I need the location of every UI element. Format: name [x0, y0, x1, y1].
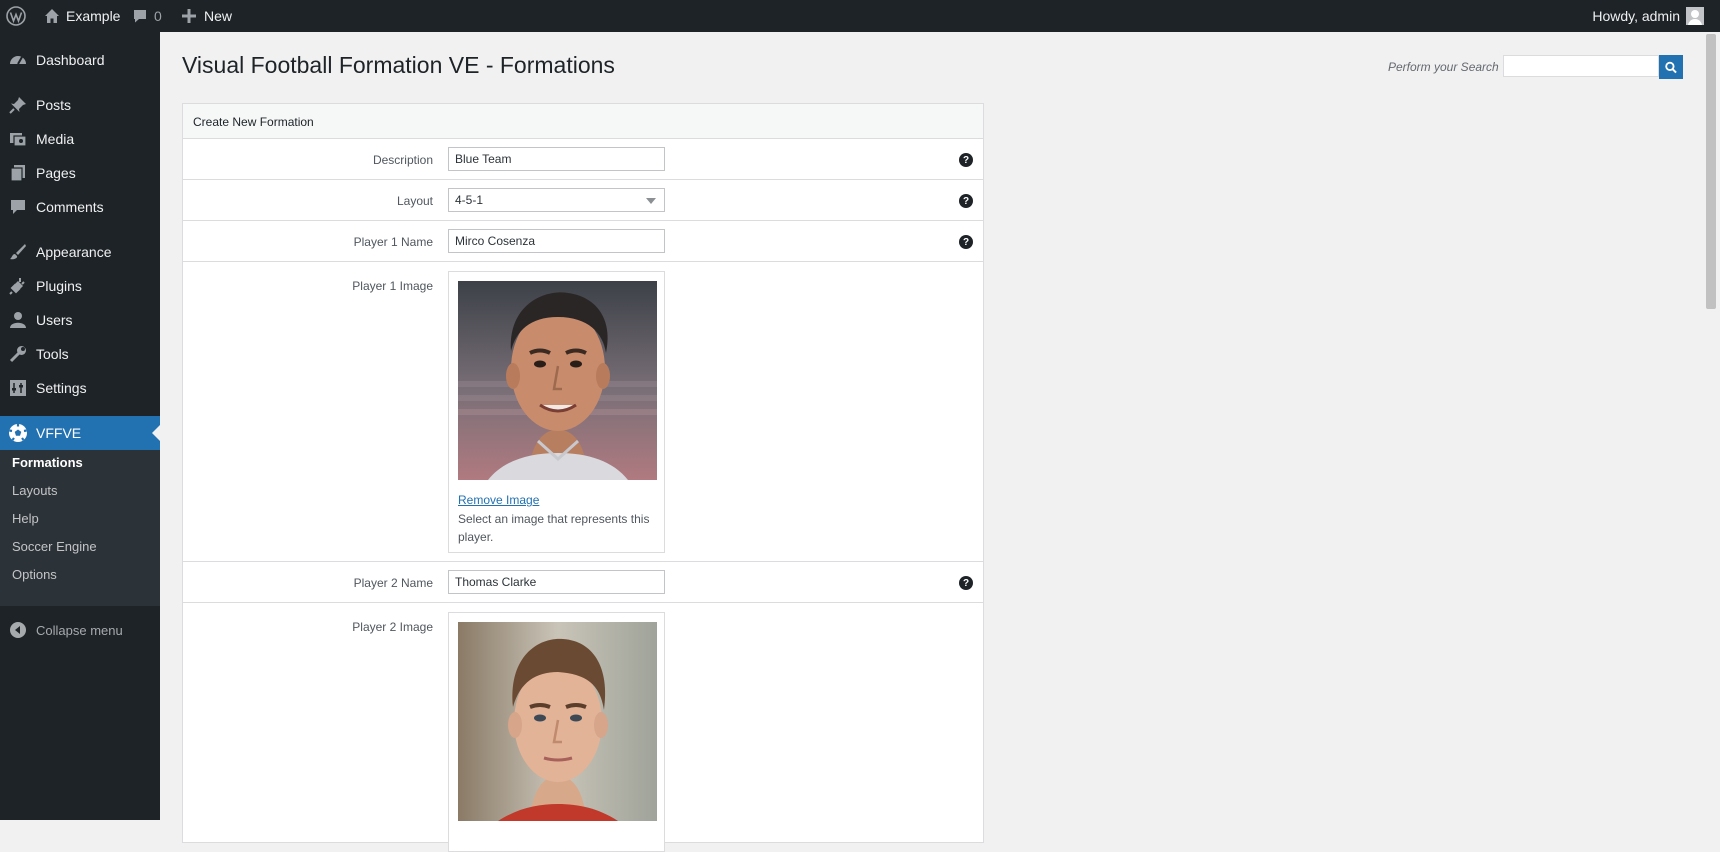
create-formation-panel: Create New Formation Description Blue Te… — [182, 103, 984, 852]
player1-name-input[interactable]: Mirco Cosenza — [448, 229, 665, 253]
dashboard-icon — [8, 50, 28, 70]
menu-item-posts[interactable]: Posts — [0, 88, 160, 122]
site-name-link[interactable]: Example — [44, 0, 120, 32]
menu-label: Pages — [36, 165, 76, 181]
remove-image-link[interactable]: Remove Image — [458, 493, 539, 507]
player2-image-box — [448, 612, 665, 852]
user-icon — [8, 310, 28, 330]
pin-icon — [8, 95, 28, 115]
description-value: Blue Team — [455, 152, 512, 166]
comments-count: 0 — [154, 8, 162, 24]
player1-image-box: Remove Image Select an image that repres… — [448, 271, 665, 553]
player1-name-value: Mirco Cosenza — [455, 234, 536, 248]
layout-label: Layout — [396, 194, 433, 208]
player1-photo[interactable] — [458, 281, 657, 480]
admin-bar: Example 0 New Howdy, admin — [0, 0, 1720, 32]
submenu-options[interactable]: Options — [12, 567, 57, 582]
player1-name-label: Player 1 Name — [353, 235, 433, 249]
brush-icon — [8, 242, 28, 262]
menu-item-vffve[interactable]: VFFVE — [0, 416, 160, 450]
help-icon[interactable]: ? — [959, 194, 973, 208]
pages-icon — [8, 163, 28, 183]
search-icon — [1665, 61, 1677, 73]
menu-item-appearance[interactable]: Appearance — [0, 235, 160, 269]
panel-header: Create New Formation — [183, 104, 983, 139]
description-label: Description — [372, 153, 433, 167]
layout-row: Layout 4-5-1 ? — [183, 180, 983, 221]
menu-label: Media — [36, 131, 75, 147]
collapse-arrow-icon — [8, 620, 28, 640]
wrench-icon — [8, 344, 28, 364]
menu-label: Tools — [36, 346, 69, 362]
help-icon[interactable]: ? — [959, 235, 973, 249]
menu-item-users[interactable]: Users — [0, 303, 160, 337]
menu-label: Comments — [36, 199, 104, 215]
menu-item-dashboard[interactable]: Dashboard — [0, 43, 160, 77]
player2-image-row: Player 2 Image — [183, 603, 983, 852]
menu-label: Plugins — [36, 278, 82, 294]
panel-title: Create New Formation — [193, 115, 314, 129]
menu-label: Posts — [36, 97, 72, 113]
howdy-text: Howdy, admin — [1592, 8, 1680, 24]
menu-label: VFFVE — [36, 425, 82, 441]
chevron-down-icon — [646, 198, 656, 204]
player1-image-label: Player 1 Image — [352, 279, 433, 293]
search-button[interactable] — [1659, 55, 1683, 79]
submenu-layouts[interactable]: Layouts — [12, 483, 58, 498]
menu-item-comments[interactable]: Comments — [0, 190, 160, 224]
menu-label: Dashboard — [36, 52, 105, 68]
comment-icon — [8, 197, 28, 217]
settings-icon — [8, 378, 28, 398]
player2-photo[interactable] — [458, 622, 657, 821]
description-input[interactable]: Blue Team — [448, 147, 665, 171]
scrollbar-thumb[interactable] — [1706, 34, 1716, 309]
menu-item-settings[interactable]: Settings — [0, 371, 160, 405]
comment-bubble-icon — [134, 10, 146, 23]
wordpress-logo-icon[interactable] — [6, 0, 28, 32]
menu-item-plugins[interactable]: Plugins — [0, 269, 160, 303]
help-icon[interactable]: ? — [959, 153, 973, 167]
home-icon — [45, 9, 59, 23]
menu-label: Appearance — [36, 244, 112, 260]
player2-name-label: Player 2 Name — [353, 576, 433, 590]
menu-item-tools[interactable]: Tools — [0, 337, 160, 371]
avatar — [1686, 7, 1704, 25]
submenu-formations[interactable]: Formations — [12, 455, 83, 470]
layout-select[interactable]: 4-5-1 — [448, 188, 665, 212]
comments-link[interactable]: 0 — [132, 0, 162, 32]
player1-image-row: Player 1 Image Remove Image Select an im… — [183, 262, 983, 562]
menu-label: Users — [36, 312, 73, 328]
plug-icon — [8, 276, 28, 296]
collapse-label: Collapse menu — [36, 622, 123, 638]
collapse-menu-button[interactable]: Collapse menu — [0, 615, 160, 645]
player2-name-input[interactable]: Thomas Clarke — [448, 570, 665, 594]
media-icon — [8, 129, 28, 149]
soccer-ball-icon — [8, 423, 28, 443]
submenu-soccer-engine[interactable]: Soccer Engine — [12, 539, 97, 554]
admin-sidebar: Dashboard Posts Media Pages Comments App… — [0, 32, 160, 820]
layout-value: 4-5-1 — [455, 193, 484, 207]
page-title: Visual Football Formation VE - Formation… — [182, 52, 615, 78]
new-content-link[interactable]: New — [182, 0, 232, 32]
submenu-help[interactable]: Help — [12, 511, 39, 526]
page-scrollbar[interactable] — [1704, 32, 1720, 820]
search-label: Perform your Search — [1388, 60, 1499, 74]
account-menu[interactable]: Howdy, admin — [1592, 0, 1704, 32]
image-hint: Select an image that represents this pla… — [458, 512, 650, 544]
description-row: Description Blue Team ? — [183, 139, 983, 180]
menu-item-pages[interactable]: Pages — [0, 156, 160, 190]
player2-image-label: Player 2 Image — [352, 620, 433, 634]
player1-name-row: Player 1 Name Mirco Cosenza ? — [183, 221, 983, 262]
new-label: New — [204, 8, 233, 24]
search-input[interactable] — [1503, 55, 1659, 77]
menu-item-media[interactable]: Media — [0, 122, 160, 156]
help-icon[interactable]: ? — [959, 576, 973, 590]
player2-name-value: Thomas Clarke — [455, 575, 537, 589]
plus-icon — [182, 9, 196, 23]
site-name: Example — [66, 8, 121, 24]
vffve-submenu: Formations Layouts Help Soccer Engine Op… — [0, 450, 160, 606]
player2-name-row: Player 2 Name Thomas Clarke ? — [183, 562, 983, 603]
menu-label: Settings — [36, 380, 87, 396]
